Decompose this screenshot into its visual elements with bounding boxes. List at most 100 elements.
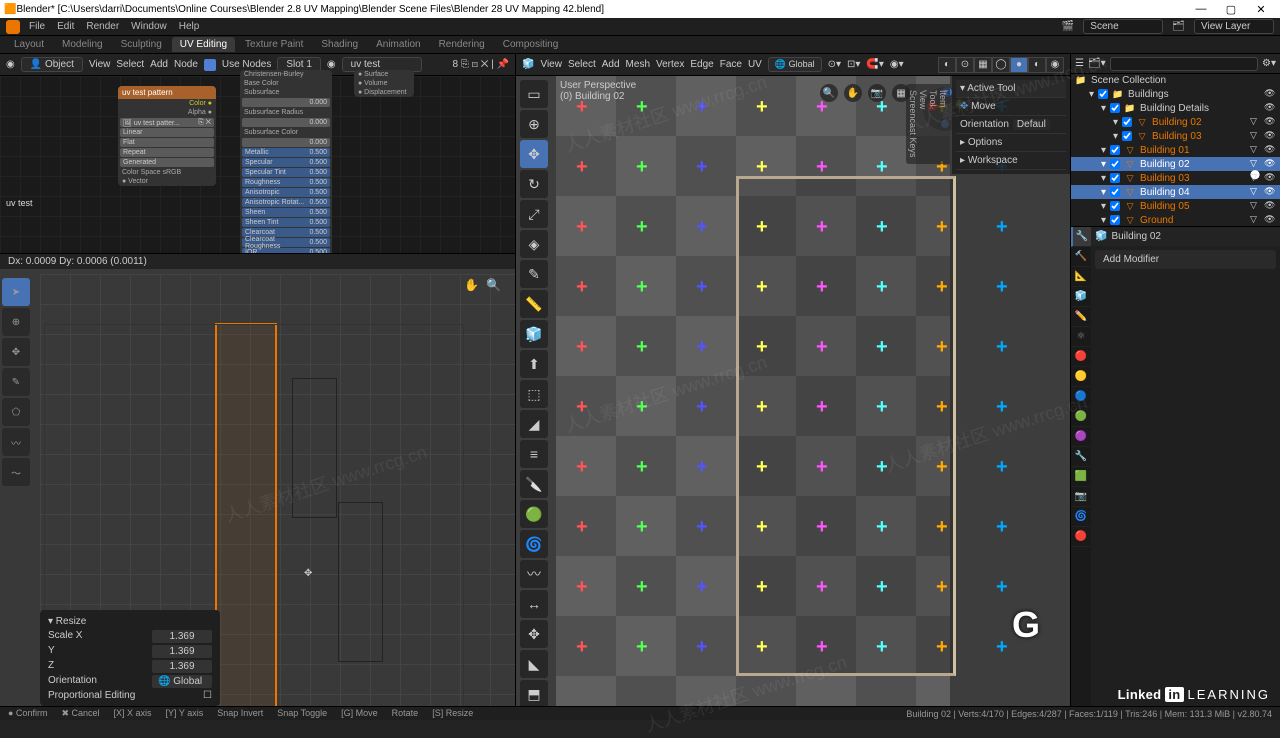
viewlayer-field[interactable]: View Layer	[1194, 19, 1274, 34]
tab-sculpting[interactable]: Sculpting	[113, 37, 170, 52]
shader-slider[interactable]: Anisotropic0.500	[242, 188, 330, 197]
vp-menu-add[interactable]: Add	[602, 59, 620, 70]
resize-title[interactable]: ▾ Resize	[48, 614, 212, 629]
shader-slider[interactable]: Roughness0.500	[242, 178, 330, 187]
zoom-icon[interactable]: 🔍	[486, 278, 501, 292]
vp-menu-select[interactable]: Select	[568, 59, 596, 70]
props-tab-14[interactable]: 🌀	[1071, 507, 1091, 527]
zoom-icon[interactable]: 🔍	[820, 84, 838, 102]
tab-layout[interactable]: Layout	[6, 37, 52, 52]
show-gizmo[interactable]: ◐	[938, 57, 956, 73]
knife-tool[interactable]: 🔪	[520, 470, 548, 498]
props-tab-12[interactable]: 🟩	[1071, 467, 1091, 487]
scale-x-value[interactable]: 1.369	[152, 630, 212, 643]
outliner-item[interactable]: ▾▽Building 02▽👁	[1071, 115, 1280, 129]
shader-slider[interactable]: 0.000	[242, 98, 330, 107]
scale-y-value[interactable]: 1.369	[152, 645, 212, 658]
outliner-item[interactable]: ▾▽Building 03▽👁	[1071, 171, 1280, 185]
pan-icon[interactable]: ✋	[464, 278, 479, 292]
prop-edit-icon[interactable]: ◉▾	[890, 59, 904, 70]
polybuild-tool[interactable]: 🟢	[520, 500, 548, 528]
menu-window[interactable]: Window	[128, 21, 170, 32]
close-button[interactable]: ✕	[1246, 3, 1276, 16]
props-tab-1[interactable]: 🔨	[1071, 247, 1091, 267]
menu-help[interactable]: Help	[176, 21, 203, 32]
tex-setting[interactable]: Generated	[120, 158, 214, 167]
outliner-item[interactable]: ▾📁Building Details👁	[1071, 101, 1280, 115]
move-tool[interactable]: ✥	[2, 338, 30, 366]
vp-menu-uv[interactable]: UV	[748, 59, 762, 70]
props-tab-13[interactable]: 📷	[1071, 487, 1091, 507]
material-output-node[interactable]: ● Surface● Volume● Displacement	[354, 70, 414, 97]
annotate-tool-3d[interactable]: ✎	[520, 260, 548, 288]
add-modifier-button[interactable]: Add Modifier	[1095, 250, 1276, 269]
loopcut-tool[interactable]: ≡	[520, 440, 548, 468]
cursor-tool-3d[interactable]: ⊕	[520, 110, 548, 138]
shader-row[interactable]: Subsurface Radius	[240, 108, 332, 117]
bevel-tool[interactable]: ◢	[520, 410, 548, 438]
shape-tool[interactable]: ⬠	[2, 398, 30, 426]
props-tab-15[interactable]: 🔴	[1071, 527, 1091, 547]
building-mesh[interactable]	[736, 176, 956, 676]
maximize-button[interactable]: ▢	[1216, 3, 1246, 16]
shader-slider[interactable]: Metallic0.500	[242, 148, 330, 157]
menu-edit[interactable]: Edit	[54, 21, 77, 32]
filter-icon[interactable]: ⚙▾	[1262, 58, 1276, 69]
shader-row[interactable]: Subsurface Color	[240, 128, 332, 137]
props-tab-8[interactable]: 🔵	[1071, 387, 1091, 407]
select-tool[interactable]: ➤	[2, 278, 30, 306]
orientation-value[interactable]: 🌐 Global	[152, 675, 212, 688]
editor-type-icon[interactable]: ◉	[6, 59, 15, 70]
shader-slider[interactable]: 0.000	[242, 138, 330, 147]
outliner-type-icon[interactable]: ☰	[1075, 58, 1084, 69]
prop-edit-checkbox[interactable]: ☐	[203, 690, 212, 701]
tex-setting[interactable]: Repeat	[120, 148, 214, 157]
props-tab-10[interactable]: 🟣	[1071, 427, 1091, 447]
props-tab-2[interactable]: 📐	[1071, 267, 1091, 287]
active-tool-header[interactable]: ▾ Active Tool	[956, 80, 1066, 98]
magnet-icon[interactable]: 🧲▾	[866, 59, 883, 70]
solid-shading[interactable]: ●	[1010, 57, 1028, 73]
image-field[interactable]: 🖼 uv test patter...⎘ ✕	[120, 118, 214, 127]
shader-slider[interactable]: Anisotropic Rotat...0.500	[242, 198, 330, 207]
shader-row[interactable]: Base Color	[240, 79, 332, 88]
toggle-buttons[interactable]: 8 ⎘ ⊡ ✕ | 📌	[453, 59, 509, 70]
spin-tool[interactable]: 🌀	[520, 530, 548, 558]
uv-editor[interactable]: Dx: 0.0009 Dy: 0.0006 (0.0011) ➤ ⊕ ✥ ✎ ⬠…	[0, 254, 515, 706]
move-tool-3d[interactable]: ✥	[520, 140, 548, 168]
vp-menu-edge[interactable]: Edge	[690, 59, 713, 70]
tab-shading[interactable]: Shading	[313, 37, 366, 52]
outliner-item[interactable]: ▾▽Building 02▽ ⬤👁	[1071, 157, 1280, 171]
annotate-tool[interactable]: ✎	[2, 368, 30, 396]
color-space[interactable]: Color Space sRGB	[118, 168, 216, 177]
shader-slider[interactable]: Sheen Tint0.500	[242, 218, 330, 227]
orientation-dropdown[interactable]: 🌐 Global	[768, 57, 822, 72]
viewport-n-panel-tabs[interactable]: ItemToolViewScreencast Keys	[906, 84, 950, 164]
shader-editor[interactable]: ◉ 👤 Object View Select Add Node Use Node…	[0, 54, 515, 254]
menu-file[interactable]: File	[26, 21, 48, 32]
node-menu-add[interactable]: Add	[150, 59, 168, 70]
scene-field[interactable]: Scene	[1083, 19, 1163, 34]
vp-menu-view[interactable]: View	[540, 59, 562, 70]
scale-tool-3d[interactable]: ⤢	[520, 200, 548, 228]
node-menu-node[interactable]: Node	[174, 59, 198, 70]
shader-row[interactable]: Christensen-Burley	[240, 70, 332, 79]
use-nodes-checkbox[interactable]	[204, 59, 216, 71]
pinch-tool[interactable]: 〰	[2, 428, 30, 456]
add-cube-tool[interactable]: 🧊	[520, 320, 548, 348]
shrink-tool[interactable]: ✥	[520, 620, 548, 648]
props-tab-6[interactable]: 🔴	[1071, 347, 1091, 367]
outliner-search[interactable]	[1110, 57, 1258, 71]
vp-menu-face[interactable]: Face	[720, 59, 742, 70]
viewport-scene[interactable]: ++++++++++++++++++++++++++++++++++++++++…	[556, 76, 950, 706]
cursor-tool[interactable]: ⊕	[2, 308, 30, 336]
props-tab-5[interactable]: ⚛	[1071, 327, 1091, 347]
tab-modeling[interactable]: Modeling	[54, 37, 111, 52]
smooth-tool[interactable]: 〰	[520, 560, 548, 588]
tab-uv-editing[interactable]: UV Editing	[172, 37, 235, 52]
menu-render[interactable]: Render	[83, 21, 122, 32]
props-tab-7[interactable]: 🟡	[1071, 367, 1091, 387]
minimize-button[interactable]: —	[1186, 3, 1216, 15]
outliner-item[interactable]: ▾▽Building 03▽👁	[1071, 129, 1280, 143]
shader-slider[interactable]: Clearcoat Roughness0.500	[242, 238, 330, 247]
